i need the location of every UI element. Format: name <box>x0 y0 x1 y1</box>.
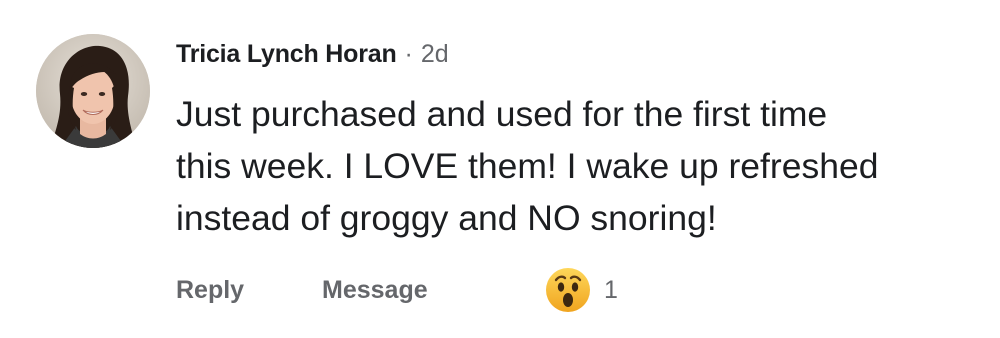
avatar-photo-icon <box>36 34 150 148</box>
comment-line: this week. I LOVE them! I wake up refres… <box>176 146 879 186</box>
reaction-count: 1 <box>604 275 618 304</box>
message-button[interactable]: Message <box>322 264 428 316</box>
comment-actions: Reply Message 1 <box>176 264 676 316</box>
separator-dot: · <box>404 39 413 68</box>
reaction-summary[interactable]: 1 <box>544 265 618 315</box>
comment-header: Tricia Lynch Horan · 2d <box>176 34 449 74</box>
comment-body: Just purchased and used for the first ti… <box>176 88 991 244</box>
wow-emoji-icon <box>546 268 590 312</box>
avatar[interactable] <box>36 34 150 148</box>
author-name[interactable]: Tricia Lynch Horan <box>176 40 397 69</box>
timestamp[interactable]: 2d <box>421 40 449 69</box>
comment: Tricia Lynch Horan · 2d Just purchased a… <box>0 0 1000 338</box>
comment-line: instead of groggy and NO snoring! <box>176 198 717 238</box>
reply-button[interactable]: Reply <box>176 264 244 316</box>
comment-line: Just purchased and used for the first ti… <box>176 94 828 134</box>
